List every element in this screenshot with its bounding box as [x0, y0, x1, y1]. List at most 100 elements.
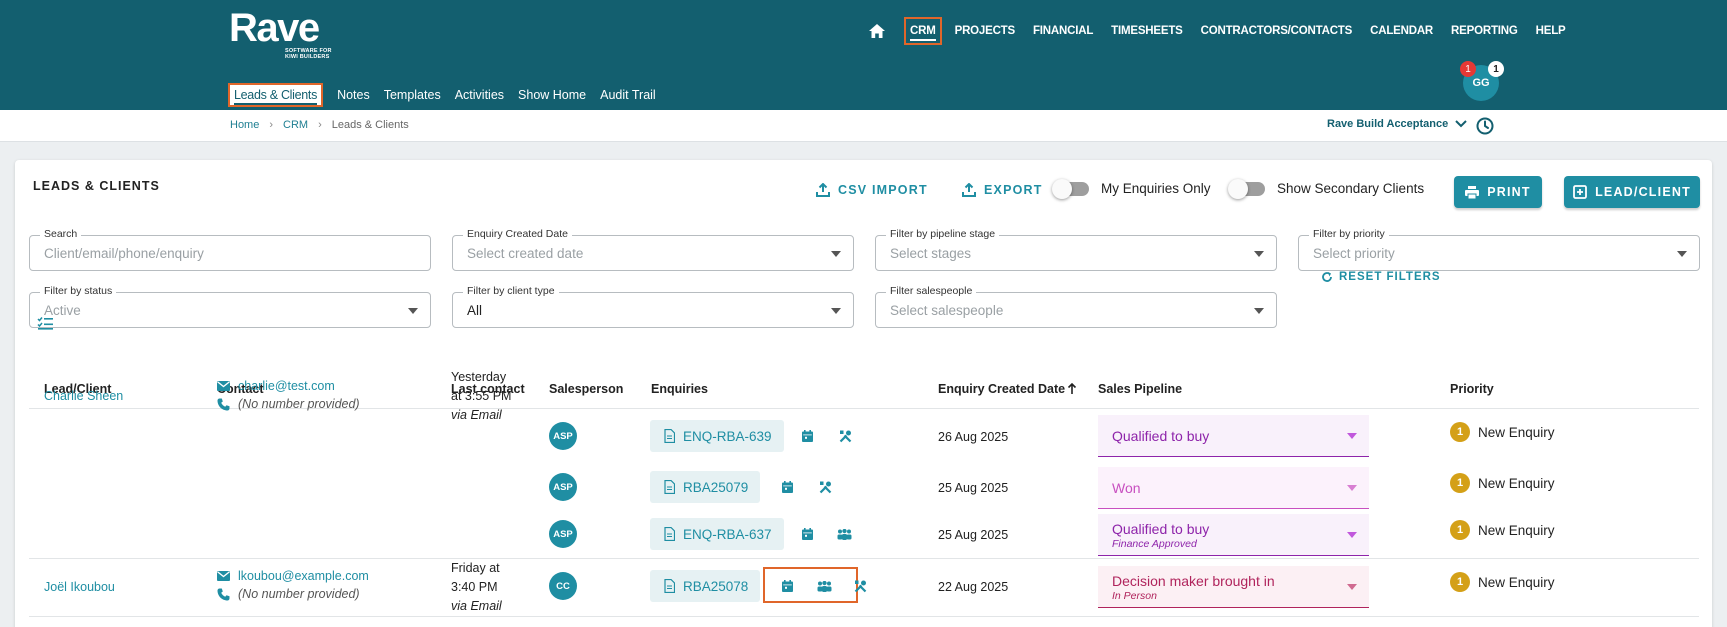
- subnav-notes[interactable]: Notes: [337, 88, 370, 102]
- pipeline-stage-value: Decision maker brought in: [1112, 573, 1275, 589]
- contact-email-row: lkoubou@example.com: [217, 569, 369, 583]
- last-contact-via: via Email: [451, 408, 502, 422]
- nav-contractors-contacts[interactable]: CONTRACTORS/CONTACTS: [1201, 25, 1353, 37]
- csv-import-button[interactable]: CSV IMPORT: [816, 183, 928, 197]
- nav-timesheets[interactable]: TIMESHEETS: [1111, 25, 1183, 37]
- enquiry-chip[interactable]: ENQ-RBA-637: [650, 518, 784, 550]
- column-settings-icon[interactable]: [37, 316, 53, 330]
- pipeline-stage-select[interactable]: Filter by pipeline stage Select stages: [875, 228, 1277, 271]
- salesperson-avatar[interactable]: ASP: [549, 422, 577, 450]
- created-date-select[interactable]: Enquiry Created Date Select created date: [452, 228, 854, 271]
- lead-client-label: LEAD/CLIENT: [1595, 185, 1691, 199]
- clock-icon[interactable]: [1475, 116, 1495, 136]
- people-icon[interactable]: [815, 577, 833, 595]
- subnav-templates[interactable]: Templates: [384, 88, 441, 102]
- nav-financial[interactable]: FINANCIAL: [1033, 25, 1093, 37]
- priority-cell: 1 New Enquiry: [1450, 520, 1555, 540]
- client-name-joel[interactable]: Joël Ikoubou: [44, 580, 115, 594]
- calendar-icon[interactable]: [798, 427, 816, 445]
- column-header-salesperson[interactable]: Salesperson: [549, 382, 623, 396]
- salesperson-avatar[interactable]: ASP: [549, 520, 577, 548]
- toggle-switch[interactable]: [1228, 178, 1265, 199]
- column-header-priority[interactable]: Priority: [1450, 382, 1494, 396]
- rave-logo[interactable]: Rave SOFTWARE FOR KIWI BUILDERS: [229, 6, 332, 60]
- column-header-enquiries[interactable]: Enquiries: [651, 382, 708, 396]
- pipeline-stage-select[interactable]: Qualified to buy: [1098, 415, 1369, 457]
- upload-icon: [962, 183, 976, 197]
- created-date-label: Enquiry Created Date: [463, 228, 572, 240]
- pipeline-stage-select[interactable]: Won: [1098, 467, 1369, 509]
- last-contact-via: via Email: [451, 599, 502, 613]
- top-header: Rave SOFTWARE FOR KIWI BUILDERS CRM PROJ…: [0, 0, 1727, 110]
- phone-icon: [217, 588, 230, 600]
- pipeline-stage-value: Qualified to buy: [1112, 428, 1210, 444]
- breadcrumb-home[interactable]: Home: [230, 119, 259, 131]
- email-icon: [217, 571, 230, 581]
- notification-badge[interactable]: 1: [1460, 61, 1476, 77]
- pipeline-stage-select[interactable]: Decision maker brought in In Person: [1098, 566, 1369, 608]
- home-icon[interactable]: [862, 16, 892, 46]
- enquiry-code: ENQ-RBA-637: [683, 526, 772, 542]
- people-icon[interactable]: [835, 525, 853, 543]
- refresh-icon: [1322, 272, 1332, 282]
- enquiry-chip[interactable]: RBA25078: [650, 570, 761, 602]
- nav-projects[interactable]: PROJECTS: [955, 25, 1016, 37]
- calendar-icon[interactable]: [798, 525, 816, 543]
- subnav-show-home[interactable]: Show Home: [518, 88, 586, 102]
- column-header-sales-pipeline[interactable]: Sales Pipeline: [1098, 382, 1182, 396]
- tools-icon[interactable]: [816, 478, 834, 496]
- client-name-charlie[interactable]: Charlie Sheen: [44, 389, 123, 403]
- column-header-created-date[interactable]: Enquiry Created Date: [938, 382, 1077, 396]
- export-button[interactable]: EXPORT: [962, 183, 1043, 197]
- document-icon: [664, 480, 675, 494]
- column-header-created-date-label: Enquiry Created Date: [938, 382, 1066, 396]
- salesperson-avatar[interactable]: CC: [549, 572, 577, 600]
- nav-reporting[interactable]: REPORTING: [1451, 25, 1518, 37]
- breadcrumb-crm[interactable]: CRM: [283, 119, 308, 131]
- tools-icon[interactable]: [836, 427, 854, 445]
- contact-phone-row: (No number provided): [217, 397, 360, 411]
- csv-import-label: CSV IMPORT: [838, 183, 928, 197]
- reset-filters-button[interactable]: RESET FILTERS: [1321, 271, 1441, 283]
- client-type-select[interactable]: Filter by client type All: [452, 285, 854, 328]
- search-input[interactable]: Search Client/email/phone/enquiry: [29, 228, 431, 271]
- nav-help[interactable]: HELP: [1536, 25, 1566, 37]
- subnav-activities[interactable]: Activities: [455, 88, 504, 102]
- priority-badge: 1: [1450, 520, 1470, 540]
- document-icon: [664, 527, 675, 541]
- contact-email[interactable]: charlie@test.com: [238, 379, 335, 393]
- dropdown-arrow-icon: [1347, 433, 1357, 439]
- phone-icon: [217, 398, 230, 410]
- last-contact-line2: 3:40 PM: [451, 580, 498, 594]
- priority-select[interactable]: Filter by priority Select priority: [1298, 228, 1700, 271]
- message-badge[interactable]: 1: [1488, 61, 1504, 77]
- calendar-icon[interactable]: [778, 478, 796, 496]
- status-select[interactable]: Filter by status Active: [29, 285, 431, 328]
- priority-badge: 1: [1450, 572, 1470, 592]
- logo-tagline: SOFTWARE FOR KIWI BUILDERS: [285, 48, 332, 60]
- logo-word: Rave: [229, 6, 320, 50]
- my-enquiries-toggle[interactable]: My Enquiries Only: [1052, 178, 1211, 199]
- priority-label: New Enquiry: [1478, 475, 1555, 491]
- nav-crm-label: CRM: [910, 25, 936, 41]
- subnav-leads-clients[interactable]: Leads & Clients: [228, 83, 324, 107]
- enquiry-chip[interactable]: ENQ-RBA-639: [650, 420, 784, 452]
- nav-crm[interactable]: CRM: [904, 17, 942, 45]
- nav-calendar[interactable]: CALENDAR: [1370, 25, 1433, 37]
- salespeople-select[interactable]: Filter salespeople Select salespeople: [875, 285, 1277, 328]
- calendar-icon[interactable]: [778, 577, 796, 595]
- toggle-switch[interactable]: [1052, 178, 1089, 199]
- salesperson-avatar[interactable]: ASP: [549, 473, 577, 501]
- secondary-clients-toggle[interactable]: Show Secondary Clients: [1228, 178, 1424, 199]
- pipeline-stage-select[interactable]: Qualified to buy Finance Approved: [1098, 514, 1369, 556]
- workspace-selector[interactable]: Rave Build Acceptance: [1327, 118, 1467, 130]
- tools-icon[interactable]: [851, 577, 869, 595]
- contact-email[interactable]: lkoubou@example.com: [238, 569, 369, 583]
- add-lead-client-button[interactable]: LEAD/CLIENT: [1564, 176, 1700, 208]
- enquiry-chip[interactable]: RBA25079: [650, 471, 761, 503]
- print-button[interactable]: PRINT: [1454, 176, 1542, 208]
- upload-icon: [816, 183, 830, 197]
- dropdown-arrow-icon: [1347, 485, 1357, 491]
- subnav-audit-trail[interactable]: Audit Trail: [600, 88, 656, 102]
- row-divider: [29, 558, 1699, 559]
